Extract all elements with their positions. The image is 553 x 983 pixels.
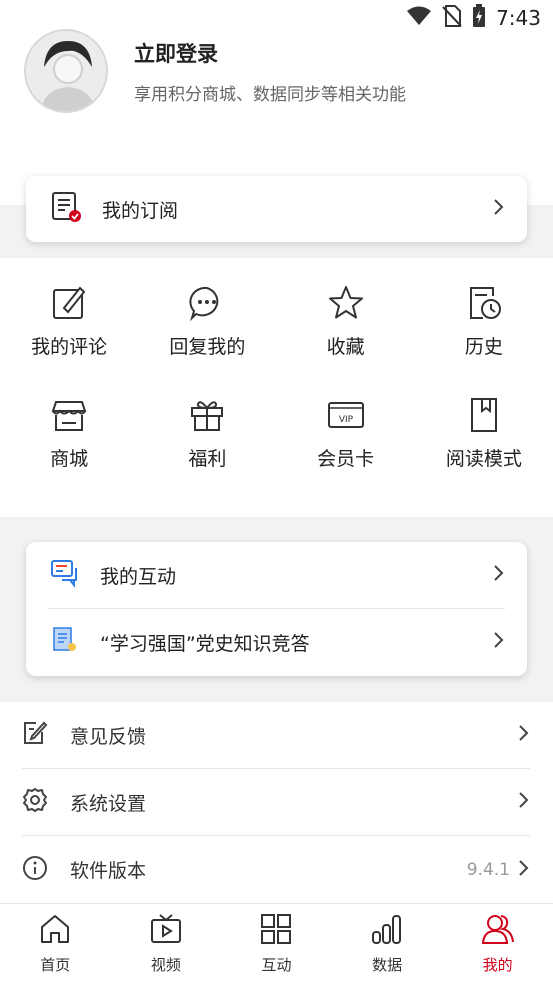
profile-header[interactable]: 立即登录 享用积分商城、数据同步等相关功能 — [24, 26, 529, 116]
history-icon — [465, 284, 503, 326]
tab-label: 数据 — [372, 956, 403, 974]
bookmark-icon — [465, 396, 503, 438]
svg-text:VIP: VIP — [339, 415, 354, 425]
login-subtitle: 享用积分商城、数据同步等相关功能 — [134, 84, 406, 105]
tab-mine[interactable]: 我的 — [448, 912, 548, 975]
feedback-icon — [22, 720, 48, 750]
software-version-label: 软件版本 — [70, 860, 147, 882]
vip-card-icon: VIP — [327, 396, 365, 438]
my-subscription-row[interactable]: 我的订阅 — [26, 176, 527, 242]
edit-icon — [50, 284, 88, 326]
grid-icon — [259, 912, 293, 950]
grid-label: 收藏 — [326, 336, 365, 358]
bottom-tab-bar: 首页 视频 互动 数据 我的 — [0, 903, 553, 983]
info-icon — [22, 855, 48, 885]
user-icon — [481, 912, 515, 950]
tv-icon — [149, 912, 183, 950]
chevron-right-icon — [493, 564, 505, 586]
feedback-label: 意见反馈 — [70, 725, 147, 748]
chat-bubbles-icon — [50, 558, 80, 592]
shop-icon — [50, 396, 88, 438]
tab-label: 我的 — [482, 956, 513, 974]
grid-label: 历史 — [464, 336, 503, 358]
grid-item-welfare[interactable]: 福利 — [138, 396, 276, 508]
subscription-icon — [50, 191, 82, 227]
subscription-card: 我的订阅 — [26, 176, 527, 242]
grid-item-vip-card[interactable]: VIP 会员卡 — [277, 396, 415, 508]
system-settings-row[interactable]: 系统设置 — [22, 769, 530, 836]
interaction-card: 我的互动 “学习强国”党史知识竞答 — [26, 542, 527, 676]
feedback-row[interactable]: 意见反馈 — [22, 702, 530, 769]
tab-label: 首页 — [40, 956, 71, 974]
grid-item-favorites[interactable]: 收藏 — [277, 284, 415, 396]
home-icon — [38, 912, 72, 950]
grid-label: 福利 — [188, 448, 227, 470]
system-settings-label: 系统设置 — [70, 792, 147, 815]
grid-item-replies[interactable]: 回复我的 — [138, 284, 276, 396]
quiz-label: “学习强国”党史知识竞答 — [100, 632, 310, 655]
tab-label: 视频 — [150, 956, 181, 974]
quiz-row[interactable]: “学习强国”党史知识竞答 — [26, 609, 527, 675]
chevron-right-icon — [493, 631, 505, 653]
grid-item-comments[interactable]: 我的评论 — [0, 284, 138, 396]
gear-icon — [22, 787, 48, 817]
my-subscription-label: 我的订阅 — [102, 199, 179, 222]
grid-label: 回复我的 — [169, 336, 246, 358]
tab-data[interactable]: 数据 — [337, 912, 437, 975]
document-icon — [50, 625, 80, 659]
chevron-right-icon — [518, 791, 530, 813]
login-title[interactable]: 立即登录 — [134, 38, 406, 68]
grid-label: 阅读模式 — [445, 448, 522, 470]
tab-home[interactable]: 首页 — [5, 912, 105, 975]
chevron-right-icon — [518, 724, 530, 746]
chevron-right-icon — [518, 859, 530, 881]
gift-icon — [188, 396, 226, 438]
settings-list: 意见反馈 系统设置 软件版本 9.4.1 — [22, 702, 530, 903]
tab-interaction[interactable]: 互动 — [226, 912, 326, 975]
grid-item-reading-mode[interactable]: 阅读模式 — [415, 396, 553, 508]
grid-item-history[interactable]: 历史 — [415, 284, 553, 396]
grid-item-shop[interactable]: 商城 — [0, 396, 138, 508]
shortcut-grid: 我的评论 回复我的 收藏 历史 商城 福利 VIP 会员卡 阅读模式 — [0, 258, 553, 504]
my-interaction-row[interactable]: 我的互动 — [26, 542, 527, 608]
grid-label: 我的评论 — [31, 336, 108, 358]
grid-label: 会员卡 — [317, 448, 375, 470]
tab-label: 互动 — [261, 956, 292, 974]
my-interaction-label: 我的互动 — [100, 565, 177, 588]
version-value: 9.4.1 — [466, 859, 510, 880]
bar-chart-icon — [370, 912, 404, 950]
chat-icon — [188, 284, 226, 326]
avatar[interactable] — [24, 29, 108, 113]
star-icon — [327, 284, 365, 326]
chevron-right-icon — [493, 198, 505, 220]
software-version-row[interactable]: 软件版本 9.4.1 — [22, 836, 530, 903]
grid-label: 商城 — [50, 448, 89, 470]
tab-video[interactable]: 视频 — [116, 912, 216, 975]
avatar-placeholder-icon — [26, 31, 106, 111]
